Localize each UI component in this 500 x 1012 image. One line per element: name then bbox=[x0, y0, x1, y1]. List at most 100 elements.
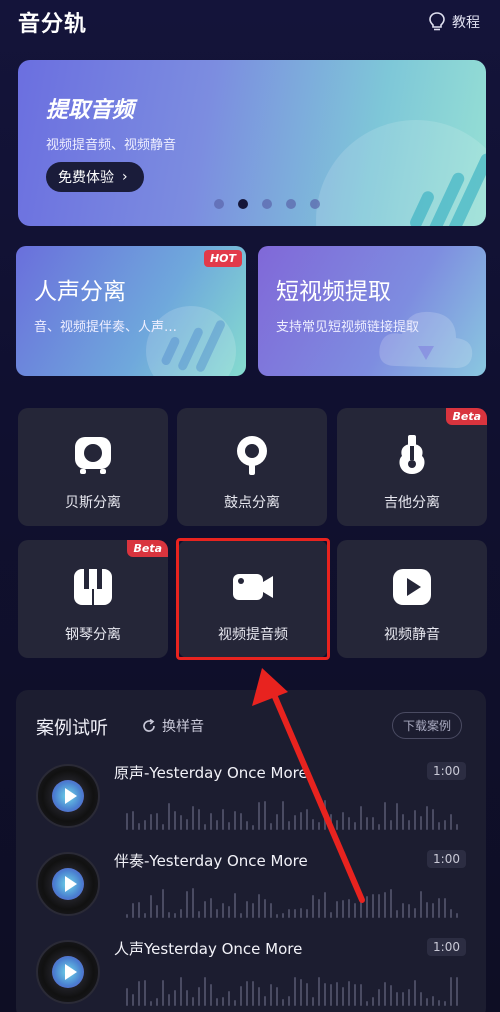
card-subtitle: 音、视频提伴奏、人声… bbox=[34, 320, 178, 335]
free-trial-label: 免费体验 bbox=[58, 170, 114, 186]
waveform-bar bbox=[252, 825, 254, 830]
waveform-bar bbox=[264, 996, 266, 1006]
cloud-download-icon bbox=[379, 311, 473, 368]
waveform-bar bbox=[216, 820, 218, 830]
banner-title: 提取音频 bbox=[46, 98, 135, 123]
waveform-bar bbox=[276, 987, 278, 1006]
track-item[interactable]: 伴奏-Yesterday Once More 1:00 bbox=[36, 844, 466, 924]
tool-guitar-separation[interactable]: Beta 吉他分离 bbox=[337, 408, 487, 526]
case-listening-section: 案例试听 换样音 下载案例 原声-Yesterday Once More 1:0… bbox=[16, 690, 486, 1012]
tool-piano-separation[interactable]: Beta 钢琴分离 bbox=[18, 540, 168, 658]
waveform-bar bbox=[360, 984, 362, 1006]
waveform-bar bbox=[126, 914, 128, 918]
album-disc[interactable] bbox=[36, 764, 100, 828]
carousel-dot[interactable] bbox=[286, 199, 296, 209]
waveform-bar bbox=[444, 820, 446, 830]
waveform-bar bbox=[336, 982, 338, 1006]
short-video-extract-card[interactable]: 短视频提取 支持常见短视频链接提取 bbox=[258, 246, 486, 376]
waveform-bar bbox=[138, 981, 140, 1006]
waveform-bar bbox=[330, 912, 332, 918]
waveform-bar bbox=[306, 983, 308, 1006]
waveform-bar bbox=[162, 889, 164, 918]
tool-label: 视频提音频 bbox=[218, 627, 288, 643]
waveform-bar bbox=[222, 903, 224, 918]
waveform-bar bbox=[132, 994, 134, 1006]
waveform-bar bbox=[216, 909, 218, 918]
tool-bass-separation[interactable]: 贝斯分离 bbox=[18, 408, 168, 526]
waveform-bar bbox=[306, 809, 308, 830]
waveform-bar bbox=[150, 895, 152, 918]
waveform-bar bbox=[168, 994, 170, 1006]
waveform-bar bbox=[174, 811, 176, 830]
download-cases-button[interactable]: 下载案例 bbox=[391, 712, 462, 739]
free-trial-button[interactable]: 免费体验 › bbox=[46, 162, 144, 192]
waveform-bar bbox=[300, 979, 302, 1006]
waveform-bar bbox=[348, 817, 350, 830]
app-title: 音分轨 bbox=[18, 12, 88, 37]
carousel-dot[interactable] bbox=[262, 199, 272, 209]
waveform-bar bbox=[228, 906, 230, 918]
waveform[interactable] bbox=[126, 884, 466, 918]
tool-video-mute[interactable]: 视频静音 bbox=[337, 540, 487, 658]
guitar-icon bbox=[399, 435, 425, 474]
waveform-bar bbox=[210, 984, 212, 1006]
waveform-bar bbox=[426, 902, 428, 918]
waveform-bar bbox=[390, 985, 392, 1006]
waveform-bar bbox=[198, 809, 200, 830]
track-item[interactable]: 原声-Yesterday Once More 1:00 bbox=[36, 756, 466, 836]
hot-badge: HOT bbox=[203, 250, 242, 267]
waveform-bar bbox=[156, 905, 158, 918]
album-disc[interactable] bbox=[36, 940, 100, 1004]
waveform-bar bbox=[450, 909, 452, 918]
waveform-bar bbox=[294, 977, 296, 1006]
waveform-bar bbox=[402, 903, 404, 918]
waveform-bar bbox=[378, 894, 380, 918]
waveform[interactable] bbox=[126, 796, 466, 830]
beta-badge: Beta bbox=[127, 540, 168, 557]
waveform-bar bbox=[336, 901, 338, 918]
track-duration: 1:00 bbox=[427, 762, 466, 780]
waveform-bar bbox=[336, 820, 338, 830]
waveform[interactable] bbox=[126, 972, 466, 1006]
track-item[interactable]: 人声Yesterday Once More 1:00 bbox=[36, 932, 466, 1012]
waveform-bar bbox=[252, 903, 254, 918]
waveform-bar bbox=[240, 986, 242, 1006]
tool-video-extract-audio[interactable]: 视频提音频 bbox=[178, 540, 328, 658]
chevron-right-icon: › bbox=[122, 169, 128, 185]
carousel-dot[interactable] bbox=[214, 199, 224, 209]
waveform-bar bbox=[408, 820, 410, 830]
waveform-bar bbox=[294, 815, 296, 830]
waveform-bar bbox=[246, 901, 248, 918]
top-bar: 音分轨 教程 bbox=[0, 0, 500, 44]
waveform-bar bbox=[456, 977, 458, 1006]
waveform-bar bbox=[372, 817, 374, 830]
tool-label: 鼓点分离 bbox=[224, 495, 280, 511]
tutorial-button[interactable]: 教程 bbox=[428, 12, 480, 32]
waveform-bar bbox=[450, 814, 452, 830]
waveform-bar bbox=[378, 989, 380, 1006]
waveform-bar bbox=[276, 914, 278, 918]
vocal-separation-card[interactable]: HOT 人声分离 音、视频提伴奏、人声… bbox=[16, 246, 246, 376]
waveform-bar bbox=[414, 810, 416, 830]
waveform-bar bbox=[342, 812, 344, 830]
waveform-bar bbox=[162, 980, 164, 1006]
promo-banner[interactable]: 提取音频 视频提音频、视频静音 免费体验 › bbox=[18, 60, 486, 226]
waveform-bar bbox=[198, 911, 200, 918]
waveform-bar bbox=[396, 803, 398, 830]
tool-drum-separation[interactable]: 鼓点分离 bbox=[177, 408, 327, 526]
waveform-bar bbox=[270, 984, 272, 1006]
waveform-bar bbox=[426, 998, 428, 1006]
swap-sample-button[interactable]: 换样音 bbox=[142, 716, 204, 736]
swap-sample-label: 换样音 bbox=[162, 719, 204, 735]
waveform-bar bbox=[330, 814, 332, 830]
waveform-bar bbox=[312, 895, 314, 918]
waveform-bar bbox=[444, 1001, 446, 1006]
waveform-bar bbox=[414, 980, 416, 1006]
waveform-bar bbox=[396, 910, 398, 918]
waveform-bar bbox=[306, 909, 308, 918]
waveform-bar bbox=[348, 899, 350, 918]
waveform-bar bbox=[210, 813, 212, 830]
carousel-dot-active[interactable] bbox=[238, 199, 248, 209]
carousel-dot[interactable] bbox=[310, 199, 320, 209]
album-disc[interactable] bbox=[36, 852, 100, 916]
